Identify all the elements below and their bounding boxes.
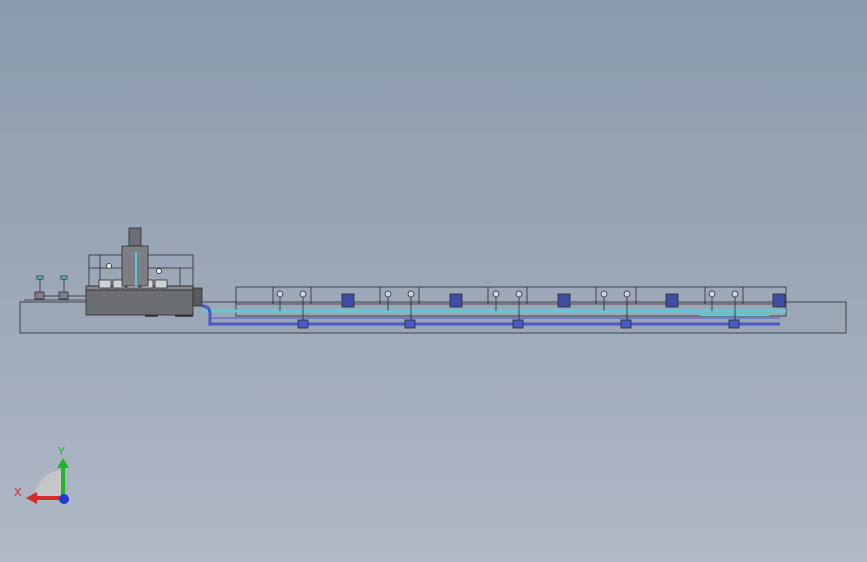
y-axis-label: Y <box>57 445 65 458</box>
exhaust-tower <box>128 227 142 247</box>
triad-plane-shading <box>34 470 64 500</box>
x-axis-label: X <box>14 486 22 499</box>
coordinate-triad: X Y <box>14 445 69 504</box>
main-machine-unit <box>85 227 203 317</box>
z-axis-dot <box>59 494 69 504</box>
left-pump-units <box>24 275 86 301</box>
cad-viewport[interactable]: X Y <box>0 0 867 562</box>
machine-body <box>85 289 194 316</box>
assembly-model <box>19 227 847 334</box>
